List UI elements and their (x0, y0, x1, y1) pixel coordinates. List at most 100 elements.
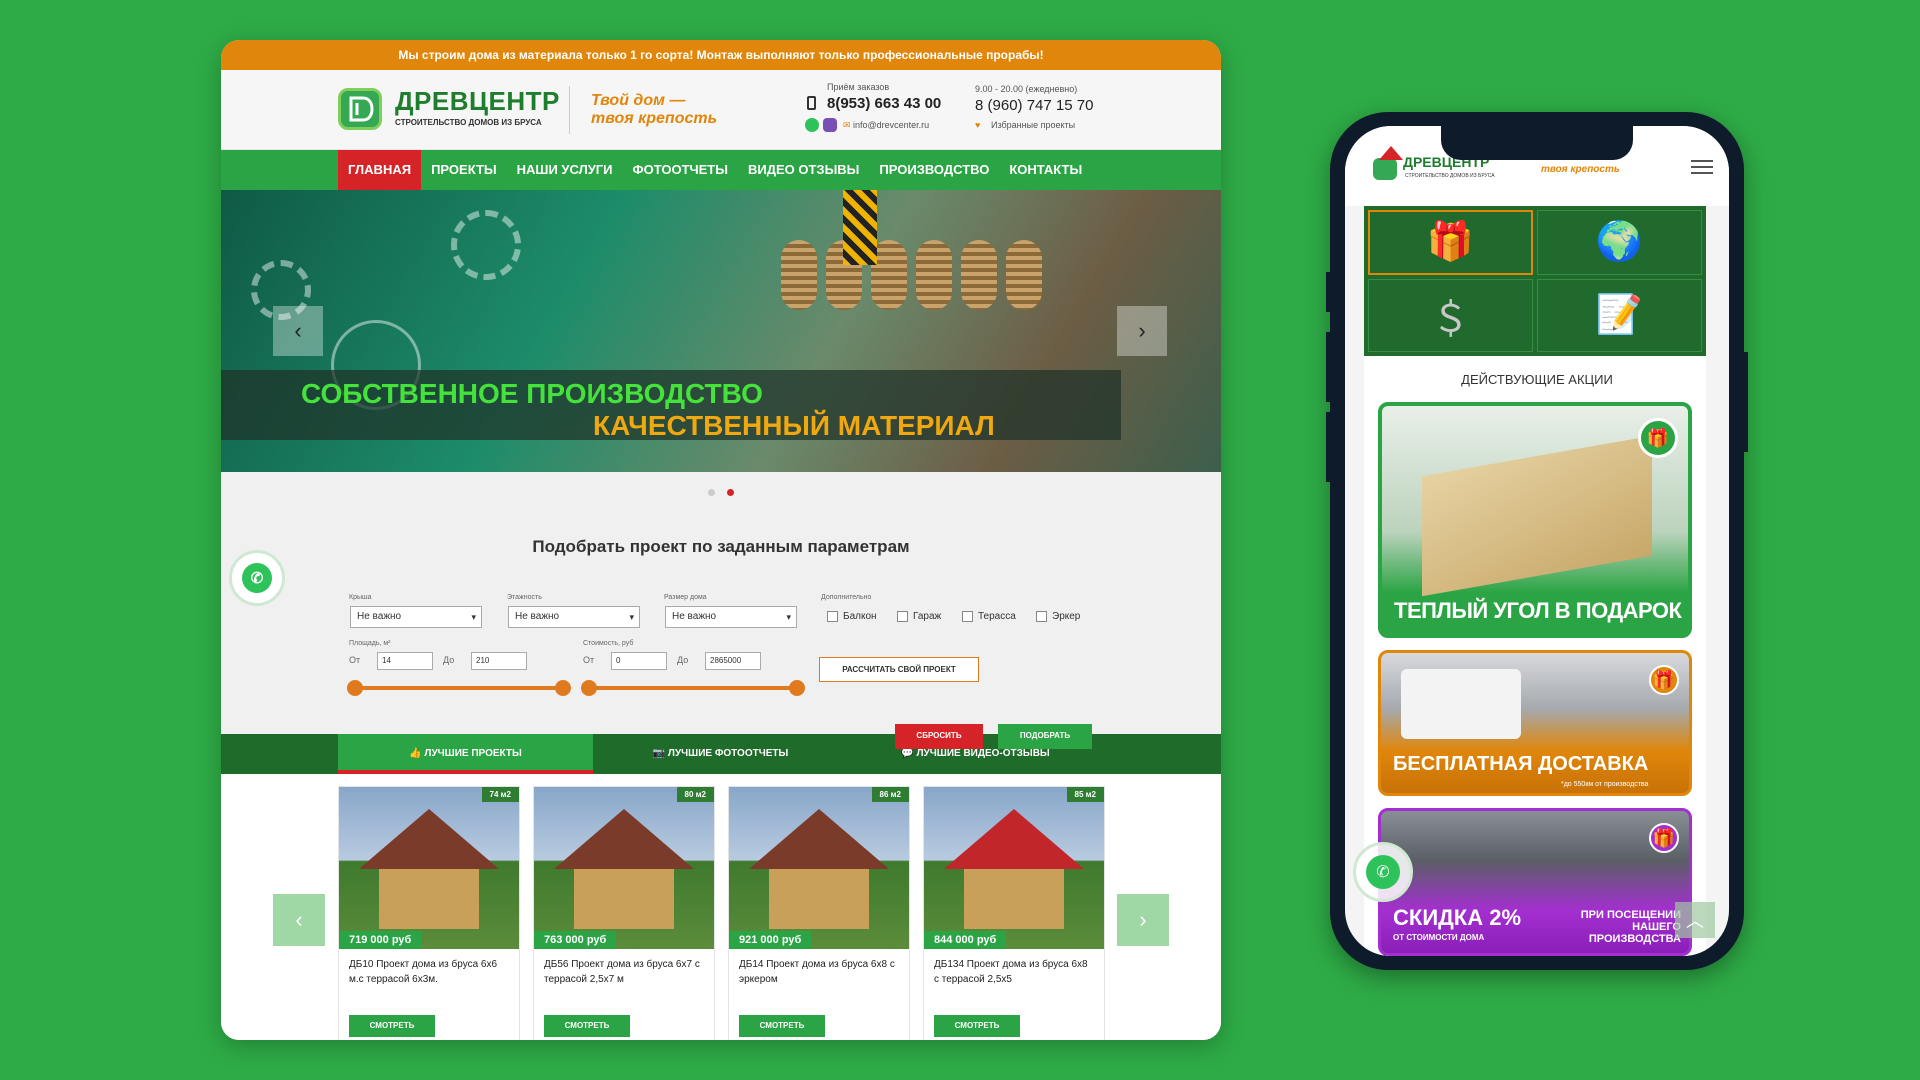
phone-number-2[interactable]: 8 (960) 747 15 70 (975, 97, 1093, 114)
hero-line-2: КАЧЕСТВЕННЫЙ МАТЕРИАЛ (593, 410, 995, 441)
area-slider-max-handle[interactable] (555, 680, 571, 696)
gift-icon[interactable]: 🎁 (1368, 210, 1533, 275)
timber-corner-graphic (1422, 435, 1652, 597)
phone-number-1[interactable]: 8(953) 663 43 00 (827, 95, 941, 112)
email-link[interactable]: info@drevcenter.ru (853, 120, 929, 130)
area-from-input[interactable]: 14 (377, 652, 433, 670)
checkbox-balcony[interactable]: Балкон (827, 611, 877, 622)
view-button[interactable]: СМОТРЕТЬ (349, 1015, 435, 1037)
roof-label: Крыша (349, 594, 372, 601)
nav-item-photo-reports[interactable]: ФОТООТЧЕТЫ (623, 150, 738, 190)
promo-3-right-text: ПРИ ПОСЕЩЕНИИ НАШЕГО ПРОИЗВОДСТВА (1551, 909, 1681, 945)
whatsapp-float-button[interactable]: ✆ (1353, 842, 1413, 902)
slider-dot-active[interactable] (727, 488, 734, 496)
truck-graphic (1401, 669, 1521, 739)
globe-icon[interactable]: 🌍 (1537, 210, 1702, 275)
nav-item-production[interactable]: ПРОИЗВОДСТВО (869, 150, 999, 190)
project-photo[interactable]: 86 м2 921 000 руб (729, 787, 909, 949)
project-description[interactable]: ДБ134 Проект дома из бруса 6х8 с террасо… (924, 949, 1104, 1015)
area-badge: 86 м2 (871, 787, 909, 802)
document-icon[interactable]: 📝 (1537, 278, 1702, 352)
logo-icon[interactable] (338, 88, 382, 130)
checkbox-label: Балкон (843, 611, 877, 622)
gift-icon: 🎁 (1649, 823, 1679, 853)
size-select[interactable]: Не важно (665, 606, 797, 628)
project-photo[interactable]: 85 м2 844 000 руб (924, 787, 1104, 949)
logo-subtitle: СТРОИТЕЛЬСТВО ДОМОВ ИЗ БРУСА (395, 118, 542, 127)
promo-2-text: БЕСПЛАТНАЯ ДОСТАВКА (1393, 753, 1649, 775)
promotions-title: ДЕЙСТВУЮЩИЕ АКЦИИ (1461, 372, 1613, 387)
cost-to-input[interactable]: 2865000 (705, 652, 761, 670)
heart-icon: ♥ (975, 120, 981, 130)
mail-icon: ✉ (843, 120, 851, 130)
promo-2-note: *до 550км от производства (1561, 781, 1649, 788)
promo-3-small-text: ОТ СТОИМОСТИ ДОМА (1393, 933, 1485, 942)
gift-icon: 🎁 (1649, 665, 1679, 695)
house-wall (964, 869, 1064, 929)
project-card[interactable]: 80 м2 763 000 руб ДБ56 Проект дома из бр… (533, 786, 715, 1040)
filter-title: Подобрать проект по заданным параметрам (532, 537, 910, 556)
hero-next-arrow[interactable]: › (1117, 306, 1167, 356)
hero-prev-arrow[interactable]: ‹ (273, 306, 323, 356)
view-button[interactable]: СМОТРЕТЬ (934, 1015, 1020, 1037)
pick-button[interactable]: ПОДОБРАТЬ (998, 724, 1092, 749)
project-photo[interactable]: 74 м2 719 000 руб (339, 787, 519, 949)
slider-dot[interactable] (708, 488, 715, 496)
area-to-input[interactable]: 210 (471, 652, 527, 670)
nav-item-home[interactable]: ГЛАВНАЯ (338, 150, 422, 190)
favorites-link[interactable]: Избранные проекты (991, 120, 1075, 130)
dollar-icon[interactable]: ＄ (1368, 278, 1533, 352)
promo-free-delivery[interactable]: 🎁 БЕСПЛАТНАЯ ДОСТАВКА *до 550км от произ… (1378, 650, 1692, 796)
whatsapp-float-button[interactable]: ✆ (229, 550, 285, 606)
calculate-project-button[interactable]: РАССЧИТАТЬ СВОЙ ПРОЕКТ (819, 657, 979, 682)
phone-side-button (1326, 272, 1330, 312)
cost-slider-min-handle[interactable] (581, 680, 597, 696)
project-card[interactable]: 74 м2 719 000 руб ДБ10 Проект дома из бр… (338, 786, 520, 1040)
cost-slider-max-handle[interactable] (789, 680, 805, 696)
menu-icon[interactable] (1691, 160, 1713, 174)
floors-select[interactable]: Не важно (508, 606, 640, 628)
cards-prev-arrow[interactable]: ‹ (273, 894, 325, 946)
price-badge: 844 000 руб (924, 931, 1007, 949)
logo-icon[interactable] (1373, 158, 1397, 180)
area-slider-min-handle[interactable] (347, 680, 363, 696)
promo-topbar: Мы строим дома из материала только 1 го … (221, 40, 1221, 70)
checkbox-terrace[interactable]: Терасса (962, 611, 1016, 622)
nav-item-contacts[interactable]: КОНТАКТЫ (999, 150, 1092, 190)
view-button[interactable]: СМОТРЕТЬ (739, 1015, 825, 1037)
whatsapp-icon[interactable] (805, 118, 819, 132)
nav-item-services[interactable]: НАШИ УСЛУГИ (507, 150, 623, 190)
tab-best-projects[interactable]: 👍 ЛУЧШИЕ ПРОЕКТЫ (338, 734, 593, 774)
nav-item-video-reviews[interactable]: ВИДЕО ОТЗЫВЫ (738, 150, 869, 190)
cost-from-input[interactable]: 0 (611, 652, 667, 670)
cost-slider[interactable] (589, 686, 797, 690)
checkbox-bay-window[interactable]: Эркер (1036, 611, 1080, 622)
cost-to-label: До (677, 655, 689, 665)
site-header: ДРЕВЦЕНТР СТРОИТЕЛЬСТВО ДОМОВ ИЗ БРУСА Т… (221, 70, 1221, 150)
extra-label: Дополнительно (821, 594, 872, 601)
mobile-logo-subtitle: СТРОИТЕЛЬСТВО ДОМОВ ИЗ БРУСА (1405, 173, 1495, 179)
logo-title[interactable]: ДРЕВЦЕНТР (395, 86, 560, 117)
promo-warm-corner[interactable]: 🎁 ТЕПЛЫЙ УГОЛ В ПОДАРОК (1378, 402, 1692, 638)
viber-icon[interactable] (823, 118, 837, 132)
area-slider[interactable] (355, 686, 563, 690)
project-description[interactable]: ДБ10 Проект дома из бруса 6х6 м.с террас… (339, 949, 519, 1015)
phone-mockup: ДРЕВЦЕНТР СТРОИТЕЛЬСТВО ДОМОВ ИЗ БРУСА Т… (1326, 112, 1748, 970)
promo-1-text: ТЕПЛЫЙ УГОЛ В ПОДАРОК (1394, 598, 1682, 623)
project-photo[interactable]: 80 м2 763 000 руб (534, 787, 714, 949)
view-button[interactable]: СМОТРЕТЬ (544, 1015, 630, 1037)
roof-select[interactable]: Не важно (350, 606, 482, 628)
cards-next-arrow[interactable]: › (1117, 894, 1169, 946)
project-card[interactable]: 86 м2 921 000 руб ДБ14 Проект дома из бр… (728, 786, 910, 1040)
project-description[interactable]: ДБ56 Проект дома из бруса 6х7 с террасой… (534, 949, 714, 1015)
project-card[interactable]: 85 м2 844 000 руб ДБ134 Проект дома из б… (923, 786, 1105, 1040)
phone-screen: ДРЕВЦЕНТР СТРОИТЕЛЬСТВО ДОМОВ ИЗ БРУСА Т… (1345, 126, 1729, 956)
nav-item-projects[interactable]: ПРОЕКТЫ (421, 150, 507, 190)
reset-button[interactable]: СБРОСИТЬ (895, 724, 983, 749)
promo-discount[interactable]: 🎁 СКИДКА 2% ОТ СТОИМОСТИ ДОМА ПРИ ПОСЕЩЕ… (1378, 808, 1692, 956)
hazard-stripes (843, 190, 877, 265)
tab-best-photo-reports[interactable]: 📷 ЛУЧШИЕ ФОТООТЧЕТЫ (593, 734, 848, 774)
project-description[interactable]: ДБ14 Проект дома из бруса 6х8 с эркером (729, 949, 909, 1015)
checkbox-garage[interactable]: Гараж (897, 611, 941, 622)
scroll-top-button[interactable]: ︿ (1675, 902, 1715, 938)
